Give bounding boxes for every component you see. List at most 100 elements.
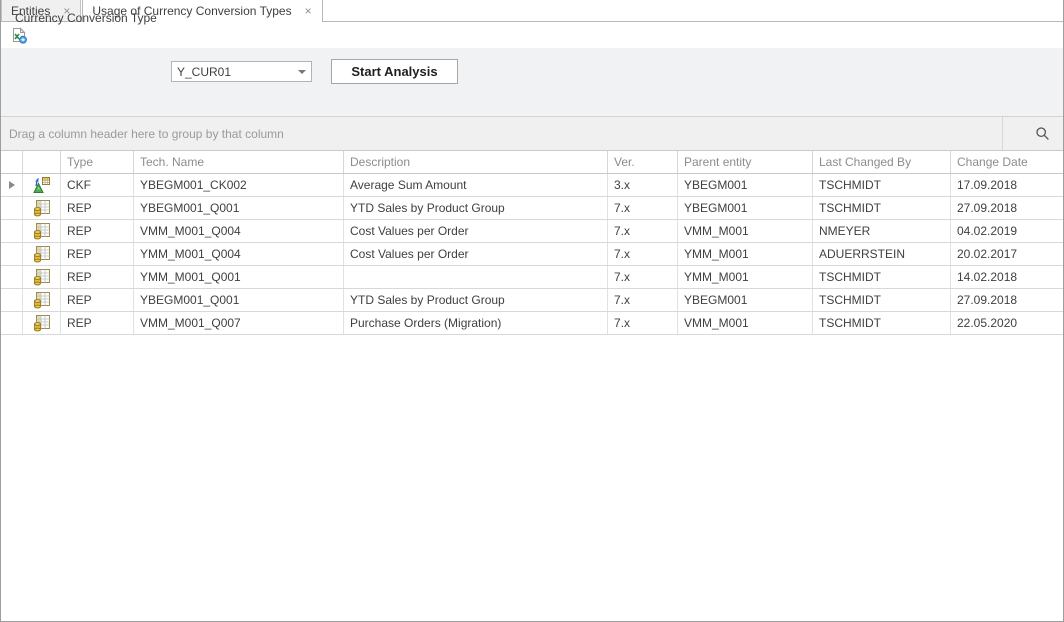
cell-description[interactable]: YTD Sales by Product Group bbox=[344, 197, 608, 219]
group-by-hint: Drag a column header here to group by th… bbox=[1, 127, 284, 141]
cell-last-changed-by[interactable]: TSCHMIDT bbox=[813, 289, 951, 311]
cell-parent-entity[interactable]: YBEGM001 bbox=[678, 174, 813, 196]
column-header-description[interactable]: Description bbox=[344, 151, 608, 173]
cell-tech-name[interactable]: VMM_M001_Q007 bbox=[134, 312, 344, 334]
cell-type[interactable]: REP bbox=[61, 220, 134, 242]
column-header-ver[interactable]: Ver. bbox=[608, 151, 678, 173]
export-to-excel-button[interactable] bbox=[8, 25, 30, 45]
cell-ver[interactable]: 7.x bbox=[608, 197, 678, 219]
analysis-form: Currency Conversion Type Y_CUR01 Start A… bbox=[1, 48, 1063, 117]
currency-conversion-type-combo[interactable]: Y_CUR01 bbox=[171, 61, 312, 82]
column-header-type[interactable]: Type bbox=[61, 151, 134, 173]
report-query-icon bbox=[33, 200, 50, 217]
cell-tech-name[interactable]: YMM_M001_Q001 bbox=[134, 266, 344, 288]
row-type-icon-cell bbox=[23, 220, 61, 242]
column-header-change-date[interactable]: Change Date bbox=[951, 151, 1063, 173]
row-type-icon-cell bbox=[23, 312, 61, 334]
cell-parent-entity[interactable]: VMM_M001 bbox=[678, 312, 813, 334]
cell-ver[interactable]: 7.x bbox=[608, 266, 678, 288]
grid-rows: f CKF YBEGM001_CK002 Average Sum Amount … bbox=[1, 174, 1063, 335]
cell-last-changed-by[interactable]: ADUERRSTEIN bbox=[813, 243, 951, 265]
cell-change-date[interactable]: 14.02.2018 bbox=[951, 266, 1063, 288]
excel-export-icon bbox=[11, 27, 28, 44]
cell-change-date[interactable]: 17.09.2018 bbox=[951, 174, 1063, 196]
cell-description[interactable]: Average Sum Amount bbox=[344, 174, 608, 196]
table-row[interactable]: REP YMM_M001_Q001 7.x YMM_M001 TSCHMIDT … bbox=[1, 266, 1063, 289]
report-query-icon bbox=[33, 315, 50, 332]
combo-value: Y_CUR01 bbox=[172, 65, 293, 79]
row-indicator-cell bbox=[1, 266, 23, 288]
row-type-icon-cell: f bbox=[23, 174, 61, 196]
row-indicator-cell bbox=[1, 174, 23, 196]
report-query-icon bbox=[33, 223, 50, 240]
app-window: Entities × Usage of Currency Conversion … bbox=[0, 0, 1064, 622]
cell-ver[interactable]: 7.x bbox=[608, 289, 678, 311]
cell-last-changed-by[interactable]: TSCHMIDT bbox=[813, 312, 951, 334]
chevron-down-icon bbox=[298, 70, 306, 74]
toolbar bbox=[1, 22, 1063, 48]
cell-change-date[interactable]: 27.09.2018 bbox=[951, 289, 1063, 311]
cell-type[interactable]: REP bbox=[61, 312, 134, 334]
cell-parent-entity[interactable]: YBEGM001 bbox=[678, 197, 813, 219]
cell-last-changed-by[interactable]: TSCHMIDT bbox=[813, 197, 951, 219]
table-row[interactable]: f CKF YBEGM001_CK002 Average Sum Amount … bbox=[1, 174, 1063, 197]
cell-parent-entity[interactable]: VMM_M001 bbox=[678, 220, 813, 242]
tab-bar: Entities × Usage of Currency Conversion … bbox=[1, 0, 1063, 22]
cell-ver[interactable]: 7.x bbox=[608, 312, 678, 334]
search-button[interactable] bbox=[1002, 117, 1062, 150]
row-indicator-cell bbox=[1, 220, 23, 242]
cell-change-date[interactable]: 20.02.2017 bbox=[951, 243, 1063, 265]
combo-dropdown-button[interactable] bbox=[293, 62, 311, 81]
cell-parent-entity[interactable]: YMM_M001 bbox=[678, 243, 813, 265]
cell-last-changed-by[interactable]: NMEYER bbox=[813, 220, 951, 242]
column-header-tech-name[interactable]: Tech. Name bbox=[134, 151, 344, 173]
calculated-key-figure-icon: f bbox=[33, 177, 50, 194]
column-header-last-changed-by[interactable]: Last Changed By bbox=[813, 151, 951, 173]
cell-tech-name[interactable]: VMM_M001_Q004 bbox=[134, 220, 344, 242]
start-analysis-button[interactable]: Start Analysis bbox=[331, 59, 458, 84]
row-type-icon-cell bbox=[23, 243, 61, 265]
row-type-icon-cell bbox=[23, 197, 61, 219]
cell-ver[interactable]: 3.x bbox=[608, 174, 678, 196]
cell-tech-name[interactable]: YBEGM001_Q001 bbox=[134, 197, 344, 219]
cell-type[interactable]: REP bbox=[61, 197, 134, 219]
cell-description[interactable]: Purchase Orders (Migration) bbox=[344, 312, 608, 334]
cell-type[interactable]: CKF bbox=[61, 174, 134, 196]
cell-last-changed-by[interactable]: TSCHMIDT bbox=[813, 266, 951, 288]
cell-tech-name[interactable]: YBEGM001_CK002 bbox=[134, 174, 344, 196]
table-row[interactable]: REP YBEGM001_Q001 YTD Sales by Product G… bbox=[1, 197, 1063, 220]
cell-parent-entity[interactable]: YMM_M001 bbox=[678, 266, 813, 288]
cell-description[interactable] bbox=[344, 266, 608, 288]
header-icon bbox=[23, 151, 61, 173]
cell-parent-entity[interactable]: YBEGM001 bbox=[678, 289, 813, 311]
cell-type[interactable]: REP bbox=[61, 289, 134, 311]
cell-change-date[interactable]: 22.05.2020 bbox=[951, 312, 1063, 334]
table-row[interactable]: REP VMM_M001_Q007 Purchase Orders (Migra… bbox=[1, 312, 1063, 335]
focused-row-arrow-icon bbox=[9, 181, 15, 189]
cell-type[interactable]: REP bbox=[61, 266, 134, 288]
table-row[interactable]: REP YMM_M001_Q004 Cost Values per Order … bbox=[1, 243, 1063, 266]
cell-ver[interactable]: 7.x bbox=[608, 243, 678, 265]
currency-conversion-type-label: Currency Conversion Type bbox=[15, 10, 157, 26]
cell-type[interactable]: REP bbox=[61, 243, 134, 265]
cell-tech-name[interactable]: YBEGM001_Q001 bbox=[134, 289, 344, 311]
row-indicator-cell bbox=[1, 197, 23, 219]
header-indicator bbox=[1, 151, 23, 173]
row-indicator-cell bbox=[1, 289, 23, 311]
cell-description[interactable]: Cost Values per Order bbox=[344, 220, 608, 242]
close-icon[interactable]: × bbox=[304, 5, 313, 17]
cell-last-changed-by[interactable]: TSCHMIDT bbox=[813, 174, 951, 196]
table-row[interactable]: REP YBEGM001_Q001 YTD Sales by Product G… bbox=[1, 289, 1063, 312]
cell-description[interactable]: Cost Values per Order bbox=[344, 243, 608, 265]
cell-change-date[interactable]: 27.09.2018 bbox=[951, 197, 1063, 219]
cell-tech-name[interactable]: YMM_M001_Q004 bbox=[134, 243, 344, 265]
column-header-parent-entity[interactable]: Parent entity bbox=[678, 151, 813, 173]
search-icon bbox=[1035, 126, 1050, 141]
cell-description[interactable]: YTD Sales by Product Group bbox=[344, 289, 608, 311]
report-query-icon bbox=[33, 292, 50, 309]
cell-change-date[interactable]: 04.02.2019 bbox=[951, 220, 1063, 242]
row-indicator-cell bbox=[1, 312, 23, 334]
cell-ver[interactable]: 7.x bbox=[608, 220, 678, 242]
table-row[interactable]: REP VMM_M001_Q004 Cost Values per Order … bbox=[1, 220, 1063, 243]
group-by-panel[interactable]: Drag a column header here to group by th… bbox=[1, 117, 1063, 151]
